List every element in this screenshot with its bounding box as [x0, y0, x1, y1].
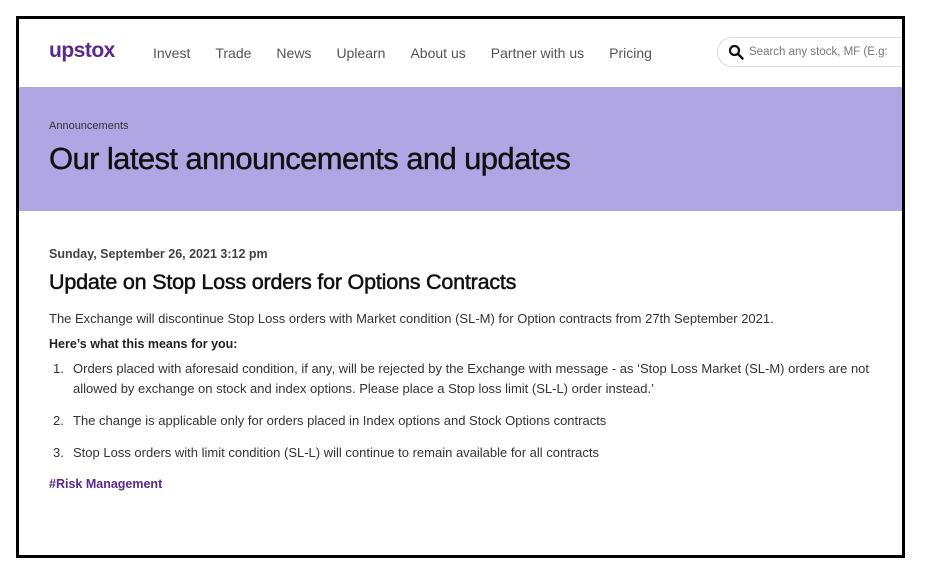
- search-box[interactable]: [717, 37, 902, 67]
- announcement-post: Sunday, September 26, 2021 3:12 pm Updat…: [49, 247, 894, 493]
- nav-link-about-us[interactable]: About us: [410, 45, 465, 61]
- upstox-logo[interactable]: upstox: [49, 39, 115, 63]
- post-subhead: Here’s what this means for you:: [49, 337, 238, 351]
- points-list: 1. Orders placed with aforesaid conditio…: [49, 359, 894, 463]
- list-item-number: 1.: [53, 361, 64, 376]
- page-frame: upstox Invest Trade News Uplearn About u…: [16, 16, 905, 558]
- list-item-number: 2.: [53, 413, 64, 428]
- tag-link-risk-management[interactable]: #Risk Management: [49, 477, 162, 491]
- post-title: Update on Stop Loss orders for Options C…: [49, 270, 517, 295]
- list-item: 3. Stop Loss orders with limit condition…: [49, 443, 894, 463]
- search-input[interactable]: [749, 46, 902, 58]
- nav-link-uplearn[interactable]: Uplearn: [336, 45, 385, 61]
- list-item: 1. Orders placed with aforesaid conditio…: [49, 359, 894, 399]
- nav-link-trade[interactable]: Trade: [215, 45, 251, 61]
- search-icon: [728, 44, 744, 60]
- post-intro: The Exchange will discontinue Stop Loss …: [49, 311, 774, 326]
- nav-link-pricing[interactable]: Pricing: [609, 45, 652, 61]
- nav-link-news[interactable]: News: [276, 45, 311, 61]
- hero-banner: Announcements Our latest announcements a…: [19, 87, 902, 211]
- breadcrumb[interactable]: Announcements: [49, 120, 129, 132]
- post-date: Sunday, September 26, 2021 3:12 pm: [49, 247, 268, 261]
- nav-link-partner[interactable]: Partner with us: [491, 45, 584, 61]
- list-item: 2. The change is applicable only for ord…: [49, 411, 894, 431]
- list-item-text: The change is applicable only for orders…: [73, 413, 607, 428]
- nav-link-invest[interactable]: Invest: [153, 45, 190, 61]
- top-nav: upstox Invest Trade News Uplearn About u…: [19, 19, 902, 87]
- nav-links: Invest Trade News Uplearn About us Partn…: [153, 45, 677, 61]
- list-item-text: Orders placed with aforesaid condition, …: [73, 361, 870, 396]
- page-title: Our latest announcements and updates: [49, 141, 571, 176]
- list-item-text: Stop Loss orders with limit condition (S…: [73, 445, 600, 460]
- list-item-number: 3.: [53, 445, 64, 460]
